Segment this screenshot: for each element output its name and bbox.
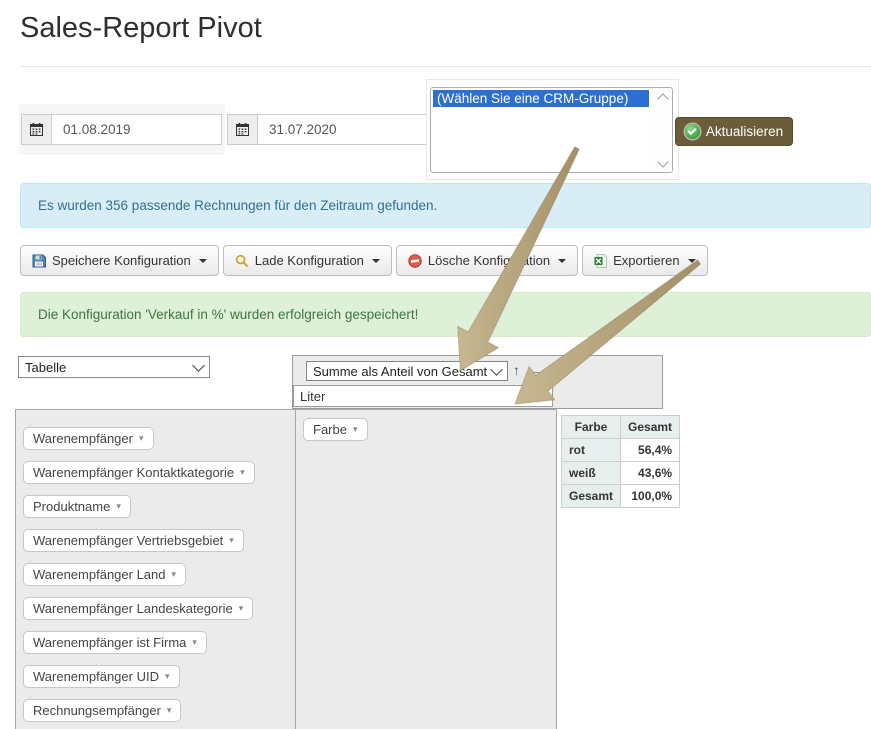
- triangle-down-icon[interactable]: ▾: [192, 637, 197, 648]
- sales-report-pivot-page: Sales-Report Pivot 01.08.2019 31.07.2020…: [0, 0, 871, 729]
- field-pill[interactable]: Warenempfänger ist Firma ▾: [23, 631, 207, 654]
- column-fields-panel: Farbe ▾: [296, 409, 557, 729]
- field-pill-label: Warenempfänger Land: [33, 567, 166, 582]
- info-alert-text: Es wurden 356 passende Rechnungen für de…: [38, 198, 437, 213]
- triangle-down-icon[interactable]: ▾: [139, 433, 144, 444]
- field-pill[interactable]: Warenempfänger Land ▾: [23, 563, 186, 586]
- field-pill-label: Rechnungsempfänger: [33, 703, 161, 718]
- date-to-group: 31.07.2020: [227, 114, 428, 145]
- page-title: Sales-Report Pivot: [20, 12, 262, 45]
- divider: [20, 66, 871, 67]
- triangle-down-icon: ▾: [541, 391, 546, 402]
- calendar-icon[interactable]: [227, 114, 257, 145]
- button-label: Exportieren: [613, 253, 679, 268]
- pivot-row-header: weiß: [562, 462, 621, 485]
- pivot-table-body: rot56,4%weiß43,6%Gesamt100,0%: [562, 439, 680, 508]
- field-pill[interactable]: Warenempfänger Landeskategorie ▾: [23, 597, 253, 620]
- field-pill-label: Warenempfänger UID: [33, 669, 159, 684]
- pivot-value-cell: 56,4%: [621, 439, 680, 462]
- aggregator-attribute-label: Liter: [300, 389, 325, 404]
- caret-down-icon: [558, 259, 566, 263]
- col-order-button[interactable]: ←: [528, 362, 542, 378]
- table-row: weiß43,6%: [562, 462, 680, 485]
- date-from-input[interactable]: 01.08.2019: [51, 114, 222, 145]
- floppy-icon: [32, 254, 46, 268]
- pivot-table-head: FarbeGesamt: [562, 416, 680, 439]
- triangle-down-icon[interactable]: ▾: [229, 535, 234, 546]
- pivot-value-cell: 100,0%: [621, 485, 680, 508]
- field-pill-label: Produktname: [33, 499, 110, 514]
- field-pill-label: Warenempfänger Landeskategorie: [33, 601, 233, 616]
- button-label: Speichere Konfiguration: [52, 253, 191, 268]
- config-toolbar: Speichere Konfiguration Lade Konfiguratio…: [20, 245, 708, 276]
- aggregator-select-value: Summe als Anteil von Gesamt: [313, 364, 492, 379]
- field-pill[interactable]: Farbe ▾: [303, 418, 368, 441]
- field-pill[interactable]: Rechnungsempfänger ▾: [23, 699, 181, 722]
- caret-down-icon: [372, 259, 380, 263]
- caret-down-icon: [199, 259, 207, 263]
- triangle-down-icon[interactable]: ▾: [172, 569, 177, 580]
- calendar-icon[interactable]: [21, 114, 51, 145]
- load-config-button[interactable]: Lade Konfiguration: [223, 245, 392, 276]
- field-pill[interactable]: Produktname ▾: [23, 495, 131, 518]
- renderer-select[interactable]: Tabelle: [18, 356, 210, 378]
- aggregator-select[interactable]: Summe als Anteil von Gesamt: [306, 361, 508, 381]
- pivot-col-header: Farbe: [562, 416, 621, 439]
- crm-group-listbox[interactable]: (Wählen Sie eine CRM-Gruppe): [430, 87, 673, 173]
- export-button[interactable]: Exportieren: [582, 245, 707, 276]
- field-pill-label: Warenempfänger: [33, 431, 133, 446]
- table-row: Gesamt100,0%: [562, 485, 680, 508]
- crm-group-option-selected[interactable]: (Wählen Sie eine CRM-Gruppe): [433, 90, 649, 107]
- triangle-down-icon[interactable]: ▾: [239, 603, 244, 614]
- triangle-down-icon[interactable]: ▾: [353, 424, 358, 435]
- pivot-row-header: Gesamt: [562, 485, 621, 508]
- field-pill-label: Warenempfänger ist Firma: [33, 635, 186, 650]
- info-alert: Es wurden 356 passende Rechnungen für de…: [20, 183, 871, 228]
- field-pill[interactable]: Warenempfänger Kontaktkategorie ▾: [23, 461, 255, 484]
- triangle-down-icon[interactable]: ▾: [240, 467, 245, 478]
- button-label: Lösche Konfiguration: [428, 253, 550, 268]
- triangle-down-icon[interactable]: ▾: [116, 501, 121, 512]
- chevron-down-icon: [490, 363, 503, 376]
- aggregator-attribute-box[interactable]: Liter ▾: [293, 385, 553, 407]
- pivot-value-cell: 43,6%: [621, 462, 680, 485]
- field-pill-label: Warenempfänger Kontaktkategorie: [33, 465, 234, 480]
- refresh-button-label: Aktualisieren: [706, 124, 783, 139]
- field-pill[interactable]: Warenempfänger Vertriebsgebiet ▾: [23, 529, 244, 552]
- table-row: rot56,4%: [562, 439, 680, 462]
- chevron-down-icon: [192, 359, 205, 372]
- refresh-button[interactable]: Aktualisieren: [675, 117, 793, 146]
- pivot-result-table: FarbeGesamt rot56,4%weiß43,6%Gesamt100,0…: [561, 415, 680, 508]
- row-order-button[interactable]: ↑: [513, 362, 520, 378]
- caret-down-icon: [688, 259, 696, 263]
- date-to-input[interactable]: 31.07.2020: [257, 114, 428, 145]
- field-pill[interactable]: Warenempfänger ▾: [23, 427, 154, 450]
- field-pill-label: Warenempfänger Vertriebsgebiet: [33, 533, 223, 548]
- pivot-col-header: Gesamt: [621, 416, 680, 439]
- button-label: Lade Konfiguration: [255, 253, 364, 268]
- scroll-down-icon[interactable]: [654, 155, 671, 171]
- date-from-group: 01.08.2019: [21, 114, 222, 145]
- success-alert: Die Konfiguration 'Verkauf in %' wurden …: [20, 292, 871, 337]
- magnifier-icon: [235, 254, 249, 268]
- save-config-button[interactable]: Speichere Konfiguration: [20, 245, 219, 276]
- field-pill[interactable]: Warenempfänger UID ▾: [23, 665, 180, 688]
- success-alert-text: Die Konfiguration 'Verkauf in %' wurden …: [38, 307, 418, 322]
- minus-circle-icon: [408, 254, 422, 268]
- excel-icon: [594, 254, 607, 268]
- listbox-scrollbar[interactable]: [654, 89, 671, 171]
- unused-fields-panel: Warenempfänger▾Warenempfänger Kontaktkat…: [15, 409, 296, 729]
- triangle-down-icon[interactable]: ▾: [165, 671, 170, 682]
- pivot-row-header: rot: [562, 439, 621, 462]
- check-circle-icon: [685, 124, 700, 139]
- delete-config-button[interactable]: Lösche Konfiguration: [396, 245, 578, 276]
- triangle-down-icon[interactable]: ▾: [167, 705, 172, 716]
- scroll-up-icon[interactable]: [654, 89, 671, 105]
- field-pill-label: Farbe: [313, 422, 347, 437]
- renderer-select-value: Tabelle: [25, 360, 194, 375]
